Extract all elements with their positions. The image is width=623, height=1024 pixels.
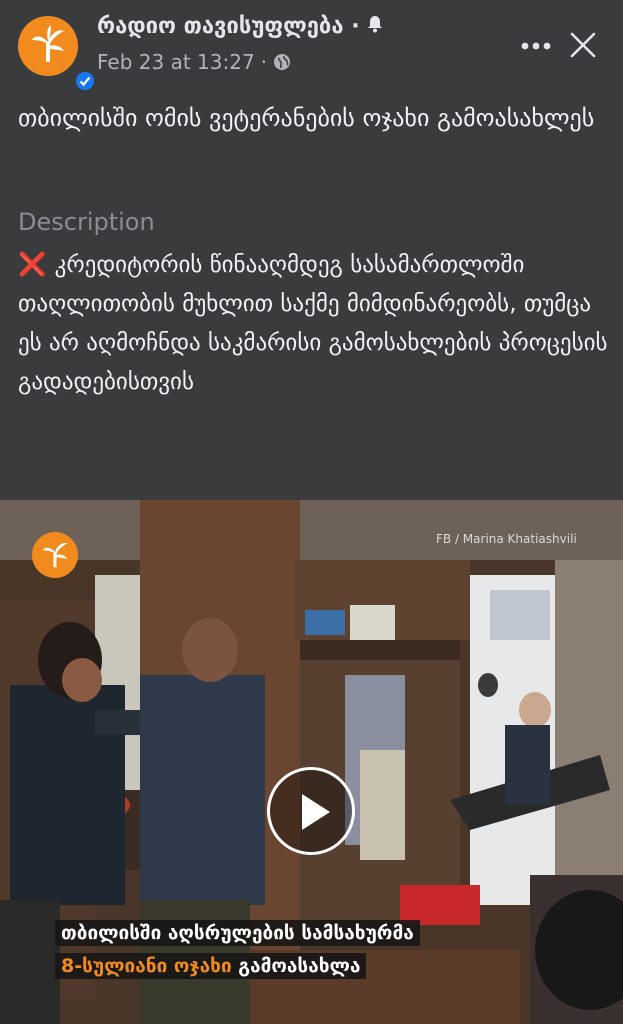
caption-highlight: 8-სულიანი ოჯახი: [61, 955, 232, 977]
caption-rest: გამოასახლა: [231, 955, 361, 977]
post-title: თბილისში ომის ვეტერანების ოჯახი გამოასახ…: [18, 104, 595, 132]
page-name-text[interactable]: რადიო თავისუფლება: [97, 14, 344, 39]
more-options-button[interactable]: [520, 36, 552, 56]
video-player[interactable]: FB / Marina Khatiashvili თბილისში აღსრულ…: [0, 500, 623, 1024]
play-icon: [302, 794, 330, 830]
video-caption-line1: თბილისში აღსრულების სამსახურმა: [55, 920, 420, 946]
play-button[interactable]: [267, 767, 355, 855]
post-description: ❌ კრედიტორის წინააღმდეგ სასამართლოში თაღლ…: [18, 246, 613, 402]
bell-icon: [368, 16, 383, 33]
video-credit: FB / Marina Khatiashvili: [436, 532, 577, 546]
globe-icon: [274, 54, 291, 70]
video-caption-line2: 8-სულიანი ოჯახი გამოასახლა: [55, 953, 367, 979]
post-date[interactable]: Feb 23 at 13:27: [97, 50, 255, 74]
red-x-icon: ❌: [18, 252, 47, 278]
rfe-logo-icon: [32, 25, 64, 62]
more-dots-icon: [521, 42, 551, 50]
description-label: Description: [18, 208, 155, 236]
video-logo-icon: [32, 532, 78, 578]
meta-separator: ·: [260, 50, 268, 74]
close-icon: [570, 32, 596, 58]
post-header: რადიო თავისუფლება · Feb 23 at 13:27 ·: [0, 0, 623, 92]
post-meta: Feb 23 at 13:27 ·: [97, 50, 291, 74]
page-avatar[interactable]: [18, 16, 96, 92]
name-separator: ·: [351, 14, 360, 39]
verified-badge-icon: [74, 70, 96, 92]
description-text: კრედიტორის წინააღმდეგ სასამართლოში თაღლი…: [18, 252, 608, 395]
close-button[interactable]: [568, 30, 598, 60]
page-name[interactable]: რადიო თავისუფლება ·: [97, 14, 383, 39]
